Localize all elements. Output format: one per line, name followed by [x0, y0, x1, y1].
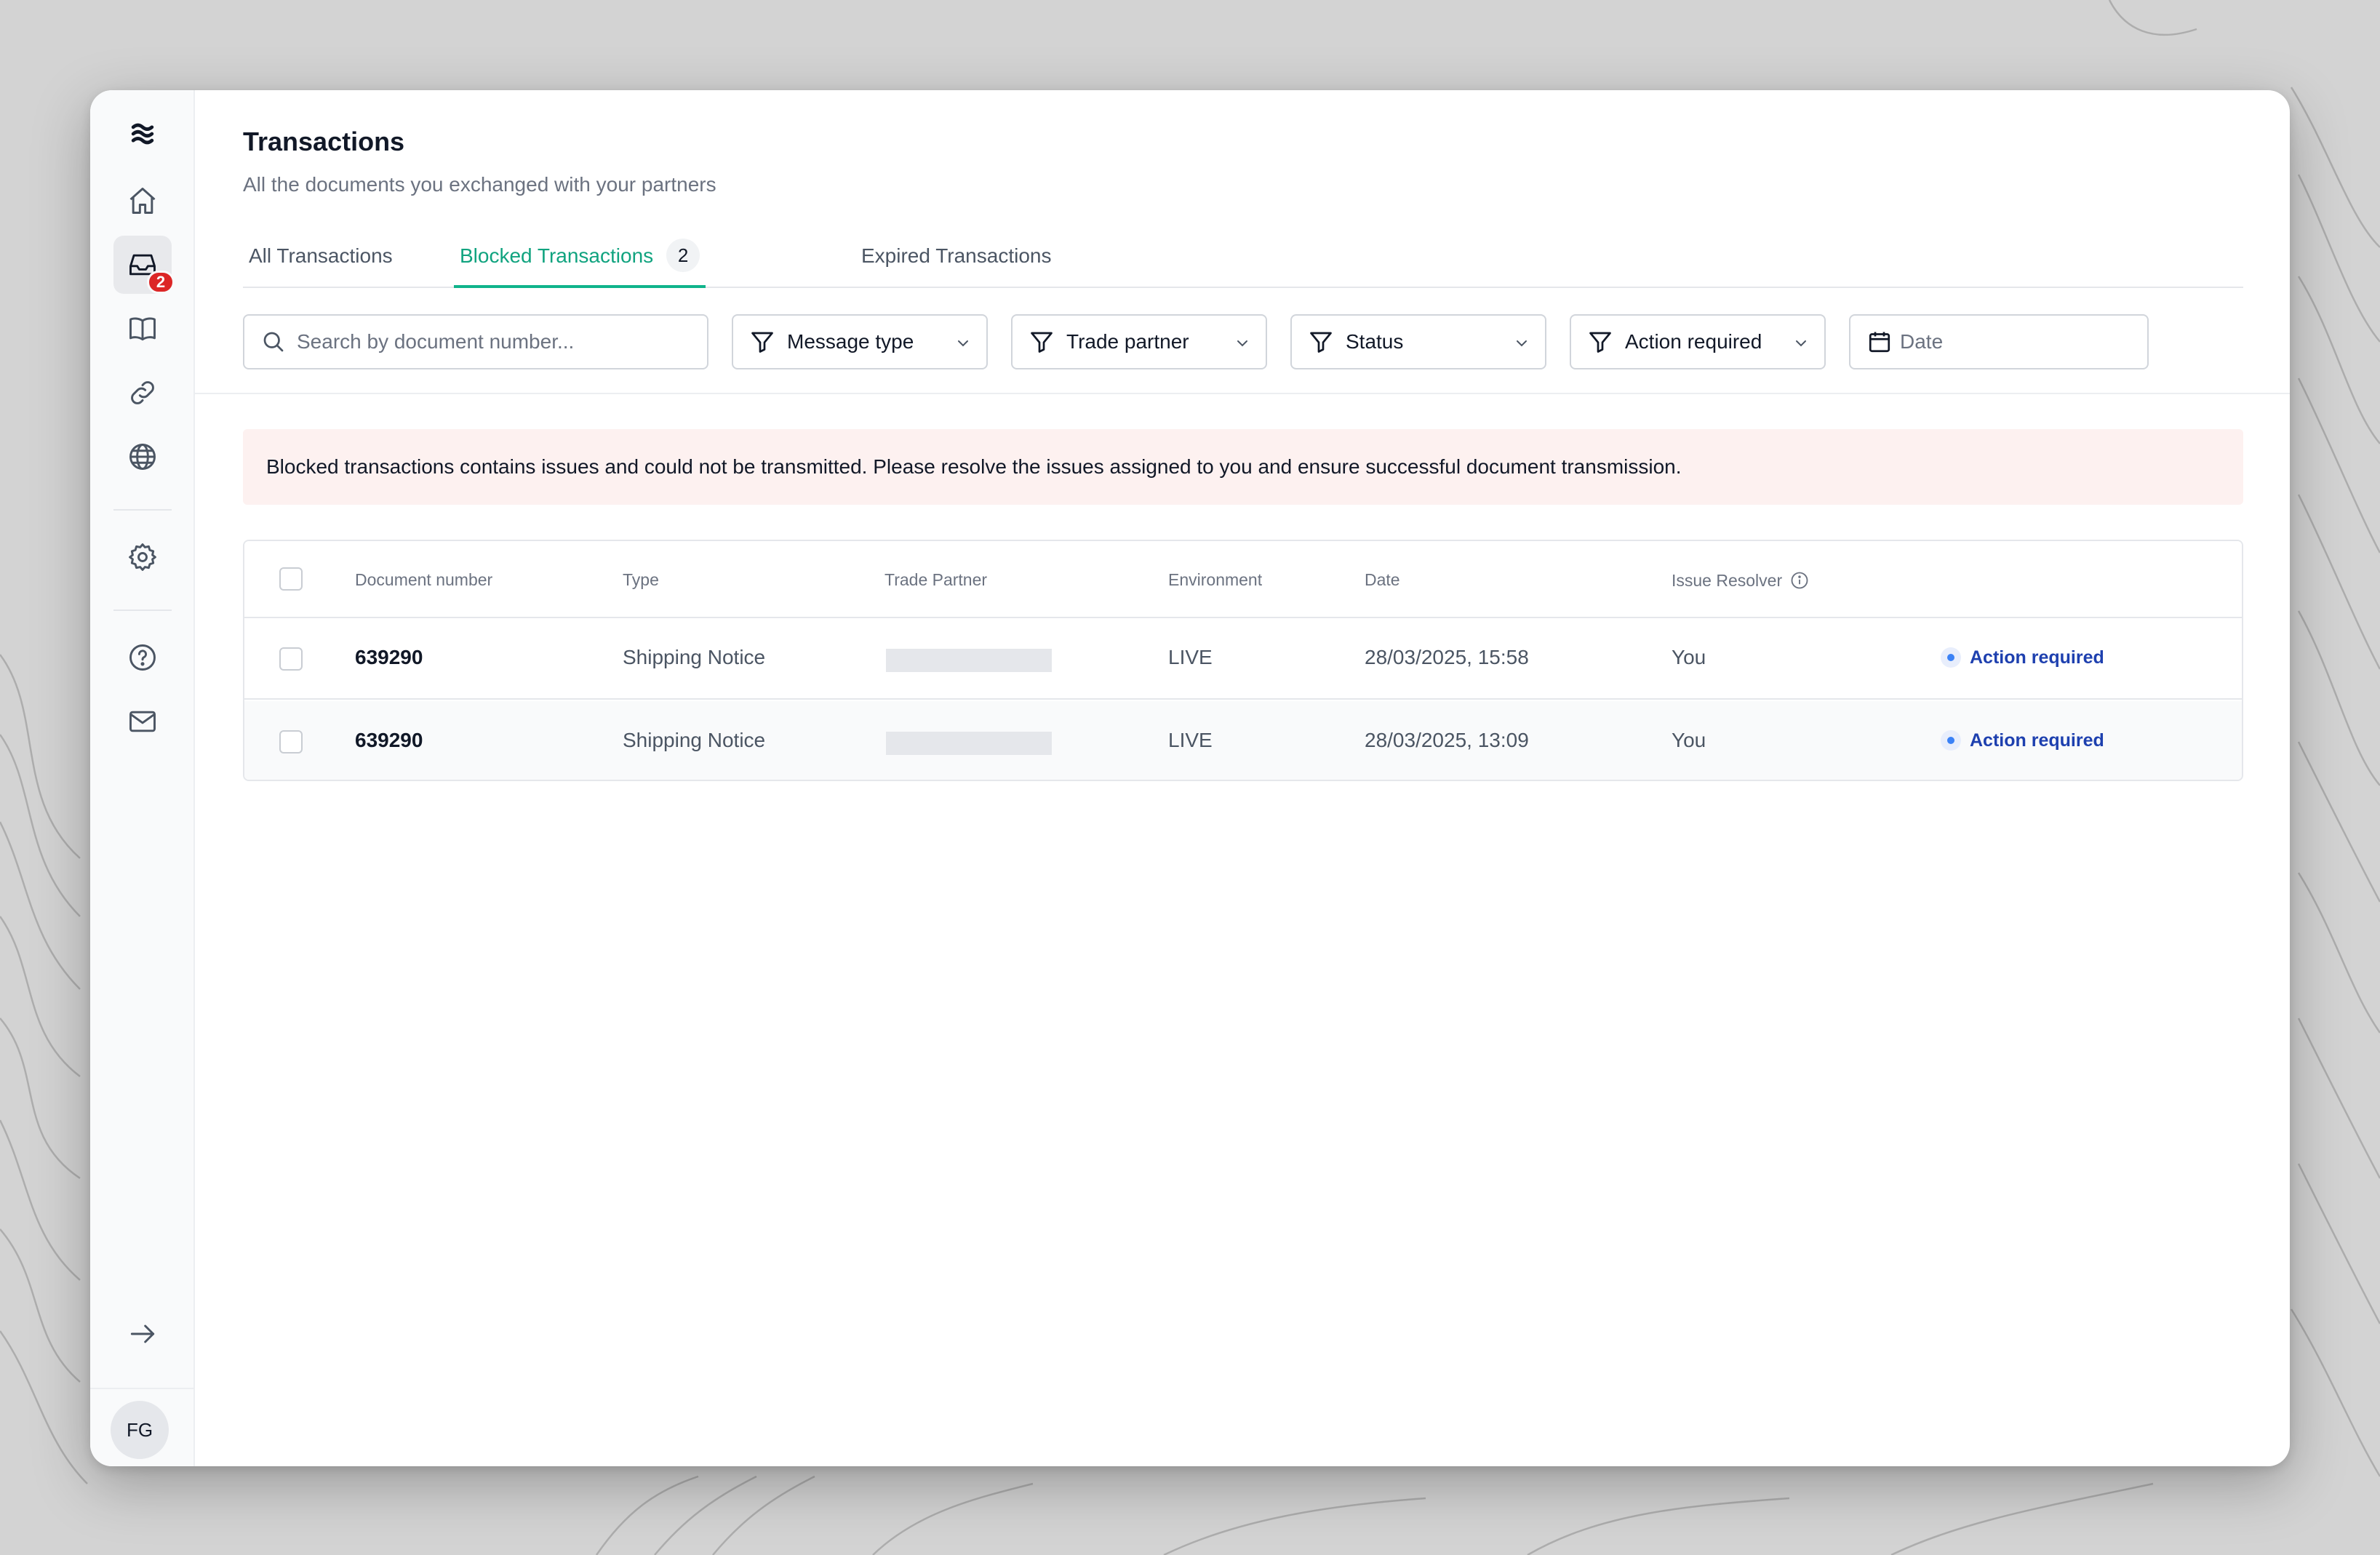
column-header-environment[interactable]: Environment: [1168, 570, 1262, 590]
document-number[interactable]: 639290: [355, 729, 423, 752]
column-header-trade-partner[interactable]: Trade Partner: [884, 570, 987, 590]
chevron-down-icon: [1237, 340, 1247, 347]
tab-bar: All Transactions Blocked Transactions 2 …: [243, 233, 2243, 288]
mail-icon: [129, 711, 156, 732]
tab-label: Blocked Transactions: [460, 244, 654, 267]
sidebar-divider: [113, 509, 172, 511]
filter-icon: [751, 332, 773, 353]
document-type: Shipping Notice: [623, 729, 766, 751]
chevron-down-icon: [958, 340, 968, 347]
globe-icon: [129, 444, 156, 470]
date: 28/03/2025, 13:09: [1365, 729, 1529, 751]
status-filter[interactable]: Status: [1290, 314, 1546, 369]
filter-label: Trade partner: [1066, 330, 1189, 353]
filter-icon: [1031, 332, 1053, 353]
row-checkbox[interactable]: [279, 647, 303, 671]
table-row[interactable]: 639290 Shipping Notice LIVE 28/03/2025, …: [244, 618, 2242, 700]
home-icon: [129, 188, 156, 214]
status-dot-icon: [1941, 647, 1961, 668]
column-header-issue-resolver[interactable]: Issue Resolver: [1672, 570, 1810, 591]
row-checkbox[interactable]: [279, 730, 303, 753]
column-header-label: Issue Resolver: [1672, 570, 1783, 590]
sidebar-divider: [113, 609, 172, 611]
info-icon[interactable]: [1789, 570, 1810, 591]
logo-icon[interactable]: [113, 105, 172, 163]
document-type: Shipping Notice: [623, 646, 766, 668]
calendar-icon: [1869, 332, 1890, 353]
arrow-right-icon: [130, 1324, 155, 1343]
column-header-document-number[interactable]: Document number: [355, 570, 492, 590]
blocked-info-alert: Blocked transactions contains issues and…: [243, 429, 2243, 505]
environment: LIVE: [1168, 729, 1213, 751]
book-icon: [129, 317, 156, 341]
user-section: FG: [90, 1388, 195, 1466]
messages-nav-button[interactable]: [113, 692, 172, 751]
select-all-checkbox[interactable]: [279, 567, 303, 591]
table-header: Document number Type Trade Partner Envir…: [244, 541, 2242, 618]
filter-icon: [1310, 332, 1332, 353]
filter-label: Action required: [1625, 330, 1762, 353]
docs-nav-button[interactable]: [113, 300, 172, 358]
collapse-sidebar-button[interactable]: [113, 1305, 172, 1363]
environment: LIVE: [1168, 646, 1213, 668]
header-divider: [195, 393, 2290, 394]
table-row[interactable]: 639290 Shipping Notice LIVE 28/03/2025, …: [244, 701, 2242, 780]
chevron-down-icon: [1796, 340, 1806, 347]
status-dot-icon: [1941, 730, 1961, 751]
status-label: Action required: [1970, 729, 2104, 751]
chevron-down-icon: [1517, 340, 1527, 347]
gear-icon: [129, 543, 156, 571]
filter-icon: [1589, 332, 1611, 353]
action-required-filter[interactable]: Action required: [1570, 314, 1826, 369]
document-number[interactable]: 639290: [355, 646, 423, 669]
issue-resolver: You: [1672, 729, 1706, 751]
page-title: Transactions: [243, 127, 405, 156]
status-label: Action required: [1970, 647, 2104, 668]
status-badge[interactable]: Action required: [1941, 724, 2104, 756]
settings-nav-button[interactable]: [113, 528, 172, 586]
tab-expired-transactions[interactable]: Expired Transactions: [861, 233, 1051, 288]
date-placeholder: Date: [1900, 330, 1944, 353]
date: 28/03/2025, 15:58: [1365, 646, 1529, 668]
page-subtitle: All the documents you exchanged with you…: [243, 173, 716, 196]
trade-partner-filter[interactable]: Trade partner: [1011, 314, 1267, 369]
redacted-trade-partner: [886, 732, 1052, 755]
home-nav-button[interactable]: [113, 172, 172, 230]
status-badge[interactable]: Action required: [1941, 641, 2104, 673]
tab-count-badge: 2: [666, 239, 700, 272]
link-icon: [131, 381, 154, 404]
search-icon: [263, 332, 284, 352]
tab-blocked-transactions[interactable]: Blocked Transactions 2: [454, 233, 706, 288]
tab-all-transactions[interactable]: All Transactions: [249, 233, 393, 288]
alert-text: Blocked transactions contains issues and…: [266, 455, 1682, 478]
help-icon: [129, 644, 156, 671]
avatar[interactable]: FG: [111, 1401, 169, 1459]
tab-label: All Transactions: [249, 244, 393, 267]
help-nav-button[interactable]: [113, 628, 172, 687]
search-input[interactable]: Search by document number...: [243, 314, 708, 369]
column-header-date[interactable]: Date: [1365, 570, 1400, 590]
network-nav-button[interactable]: [113, 428, 172, 486]
date-picker[interactable]: Date: [1849, 314, 2149, 369]
redacted-trade-partner: [886, 649, 1052, 672]
inbox-badge: 2: [147, 271, 175, 294]
filter-label: Message type: [787, 330, 914, 353]
search-placeholder: Search by document number...: [297, 330, 575, 353]
app-window: 2 FG Transactions All the documents you …: [90, 90, 2290, 1466]
connections-nav-button[interactable]: [113, 364, 172, 422]
column-header-type[interactable]: Type: [623, 570, 659, 590]
transactions-table: Document number Type Trade Partner Envir…: [243, 540, 2243, 781]
inbox-nav-button[interactable]: 2: [113, 236, 175, 294]
sidebar: 2 FG: [90, 90, 195, 1466]
issue-resolver: You: [1672, 646, 1706, 668]
message-type-filter[interactable]: Message type: [732, 314, 988, 369]
filter-label: Status: [1346, 330, 1404, 353]
tab-label: Expired Transactions: [861, 244, 1052, 267]
